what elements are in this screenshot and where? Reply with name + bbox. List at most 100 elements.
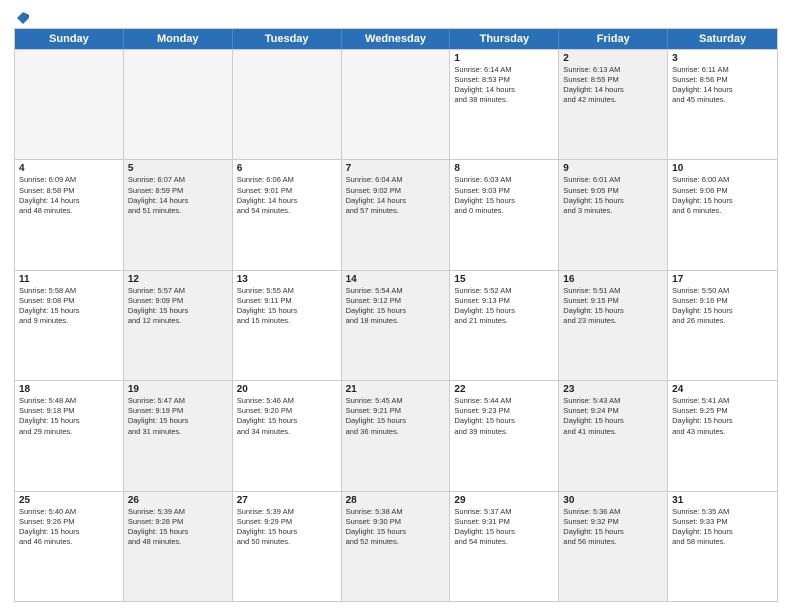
- day-number: 29: [454, 495, 554, 506]
- cell-info: and 15 minutes.: [237, 316, 337, 326]
- cell-info: and 58 minutes.: [672, 537, 773, 547]
- cell-info: Sunset: 9:21 PM: [346, 406, 446, 416]
- calendar-cell: [342, 50, 451, 159]
- weekday-header: Thursday: [450, 29, 559, 49]
- cell-info: Daylight: 15 hours: [19, 306, 119, 316]
- calendar-row: 1Sunrise: 6:14 AMSunset: 8:53 PMDaylight…: [15, 49, 777, 159]
- day-number: 7: [346, 163, 446, 174]
- cell-info: Sunrise: 6:11 AM: [672, 65, 773, 75]
- day-number: 27: [237, 495, 337, 506]
- calendar-cell: 14Sunrise: 5:54 AMSunset: 9:12 PMDayligh…: [342, 271, 451, 380]
- day-number: 25: [19, 495, 119, 506]
- cell-info: Sunrise: 5:35 AM: [672, 507, 773, 517]
- cell-info: Sunrise: 6:14 AM: [454, 65, 554, 75]
- cell-info: Daylight: 14 hours: [128, 196, 228, 206]
- calendar-cell: 9Sunrise: 6:01 AMSunset: 9:05 PMDaylight…: [559, 160, 668, 269]
- day-number: 28: [346, 495, 446, 506]
- cell-info: Sunrise: 6:13 AM: [563, 65, 663, 75]
- cell-info: Sunset: 8:55 PM: [563, 75, 663, 85]
- cell-info: Sunset: 9:08 PM: [19, 296, 119, 306]
- calendar-cell: 25Sunrise: 5:40 AMSunset: 9:26 PMDayligh…: [15, 492, 124, 601]
- calendar-cell: 26Sunrise: 5:39 AMSunset: 9:28 PMDayligh…: [124, 492, 233, 601]
- calendar-cell: 8Sunrise: 6:03 AMSunset: 9:03 PMDaylight…: [450, 160, 559, 269]
- weekday-header: Monday: [124, 29, 233, 49]
- cell-info: and 50 minutes.: [237, 537, 337, 547]
- cell-info: Sunrise: 5:55 AM: [237, 286, 337, 296]
- cell-info: and 18 minutes.: [346, 316, 446, 326]
- cell-info: Sunset: 9:29 PM: [237, 517, 337, 527]
- cell-info: and 54 minutes.: [454, 537, 554, 547]
- cell-info: Daylight: 15 hours: [563, 196, 663, 206]
- cell-info: Daylight: 15 hours: [454, 416, 554, 426]
- cell-info: Sunrise: 5:46 AM: [237, 396, 337, 406]
- calendar-cell: 27Sunrise: 5:39 AMSunset: 9:29 PMDayligh…: [233, 492, 342, 601]
- logo-icon: [15, 10, 31, 26]
- cell-info: Sunrise: 5:41 AM: [672, 396, 773, 406]
- cell-info: Sunrise: 5:45 AM: [346, 396, 446, 406]
- cell-info: Daylight: 15 hours: [346, 527, 446, 537]
- cell-info: Sunrise: 5:54 AM: [346, 286, 446, 296]
- cell-info: Sunrise: 6:03 AM: [454, 175, 554, 185]
- cell-info: Sunset: 9:18 PM: [19, 406, 119, 416]
- cell-info: Sunset: 9:20 PM: [237, 406, 337, 416]
- calendar-cell: 23Sunrise: 5:43 AMSunset: 9:24 PMDayligh…: [559, 381, 668, 490]
- cell-info: Daylight: 15 hours: [128, 527, 228, 537]
- cell-info: Daylight: 15 hours: [672, 416, 773, 426]
- calendar-cell: 31Sunrise: 5:35 AMSunset: 9:33 PMDayligh…: [668, 492, 777, 601]
- calendar-body: 1Sunrise: 6:14 AMSunset: 8:53 PMDaylight…: [15, 49, 777, 601]
- cell-info: Sunrise: 5:36 AM: [563, 507, 663, 517]
- cell-info: Sunset: 9:09 PM: [128, 296, 228, 306]
- day-number: 24: [672, 384, 773, 395]
- cell-info: and 23 minutes.: [563, 316, 663, 326]
- cell-info: and 29 minutes.: [19, 427, 119, 437]
- cell-info: and 56 minutes.: [563, 537, 663, 547]
- cell-info: and 34 minutes.: [237, 427, 337, 437]
- cell-info: Sunset: 9:06 PM: [672, 186, 773, 196]
- cell-info: and 51 minutes.: [128, 206, 228, 216]
- day-number: 26: [128, 495, 228, 506]
- cell-info: Daylight: 15 hours: [563, 416, 663, 426]
- calendar-cell: 7Sunrise: 6:04 AMSunset: 9:02 PMDaylight…: [342, 160, 451, 269]
- cell-info: and 36 minutes.: [346, 427, 446, 437]
- cell-info: Daylight: 14 hours: [454, 85, 554, 95]
- calendar-cell: 4Sunrise: 6:09 AMSunset: 8:58 PMDaylight…: [15, 160, 124, 269]
- day-number: 2: [563, 53, 663, 64]
- calendar-row: 25Sunrise: 5:40 AMSunset: 9:26 PMDayligh…: [15, 491, 777, 601]
- cell-info: Sunset: 9:11 PM: [237, 296, 337, 306]
- cell-info: Sunrise: 5:39 AM: [128, 507, 228, 517]
- weekday-header: Tuesday: [233, 29, 342, 49]
- cell-info: Daylight: 15 hours: [19, 416, 119, 426]
- calendar-cell: 6Sunrise: 6:06 AMSunset: 9:01 PMDaylight…: [233, 160, 342, 269]
- calendar-cell: 24Sunrise: 5:41 AMSunset: 9:25 PMDayligh…: [668, 381, 777, 490]
- day-number: 31: [672, 495, 773, 506]
- cell-info: Sunset: 9:31 PM: [454, 517, 554, 527]
- logo: [14, 10, 32, 22]
- cell-info: Daylight: 15 hours: [237, 527, 337, 537]
- cell-info: Sunrise: 6:09 AM: [19, 175, 119, 185]
- weekday-header: Saturday: [668, 29, 777, 49]
- day-number: 14: [346, 274, 446, 285]
- calendar-cell: 22Sunrise: 5:44 AMSunset: 9:23 PMDayligh…: [450, 381, 559, 490]
- cell-info: and 48 minutes.: [128, 537, 228, 547]
- calendar-cell: 28Sunrise: 5:38 AMSunset: 9:30 PMDayligh…: [342, 492, 451, 601]
- calendar-cell: 10Sunrise: 6:00 AMSunset: 9:06 PMDayligh…: [668, 160, 777, 269]
- cell-info: Daylight: 14 hours: [672, 85, 773, 95]
- cell-info: and 39 minutes.: [454, 427, 554, 437]
- cell-info: Daylight: 15 hours: [563, 527, 663, 537]
- calendar-cell: [124, 50, 233, 159]
- cell-info: Sunrise: 5:48 AM: [19, 396, 119, 406]
- day-number: 11: [19, 274, 119, 285]
- cell-info: Daylight: 15 hours: [346, 416, 446, 426]
- cell-info: and 26 minutes.: [672, 316, 773, 326]
- cell-info: and 9 minutes.: [19, 316, 119, 326]
- day-number: 17: [672, 274, 773, 285]
- cell-info: Sunset: 9:26 PM: [19, 517, 119, 527]
- cell-info: Sunset: 9:30 PM: [346, 517, 446, 527]
- cell-info: Daylight: 15 hours: [454, 306, 554, 316]
- cell-info: Daylight: 15 hours: [672, 306, 773, 316]
- cell-info: Daylight: 14 hours: [346, 196, 446, 206]
- cell-info: Sunset: 9:15 PM: [563, 296, 663, 306]
- day-number: 30: [563, 495, 663, 506]
- calendar-cell: 21Sunrise: 5:45 AMSunset: 9:21 PMDayligh…: [342, 381, 451, 490]
- cell-info: Sunset: 9:01 PM: [237, 186, 337, 196]
